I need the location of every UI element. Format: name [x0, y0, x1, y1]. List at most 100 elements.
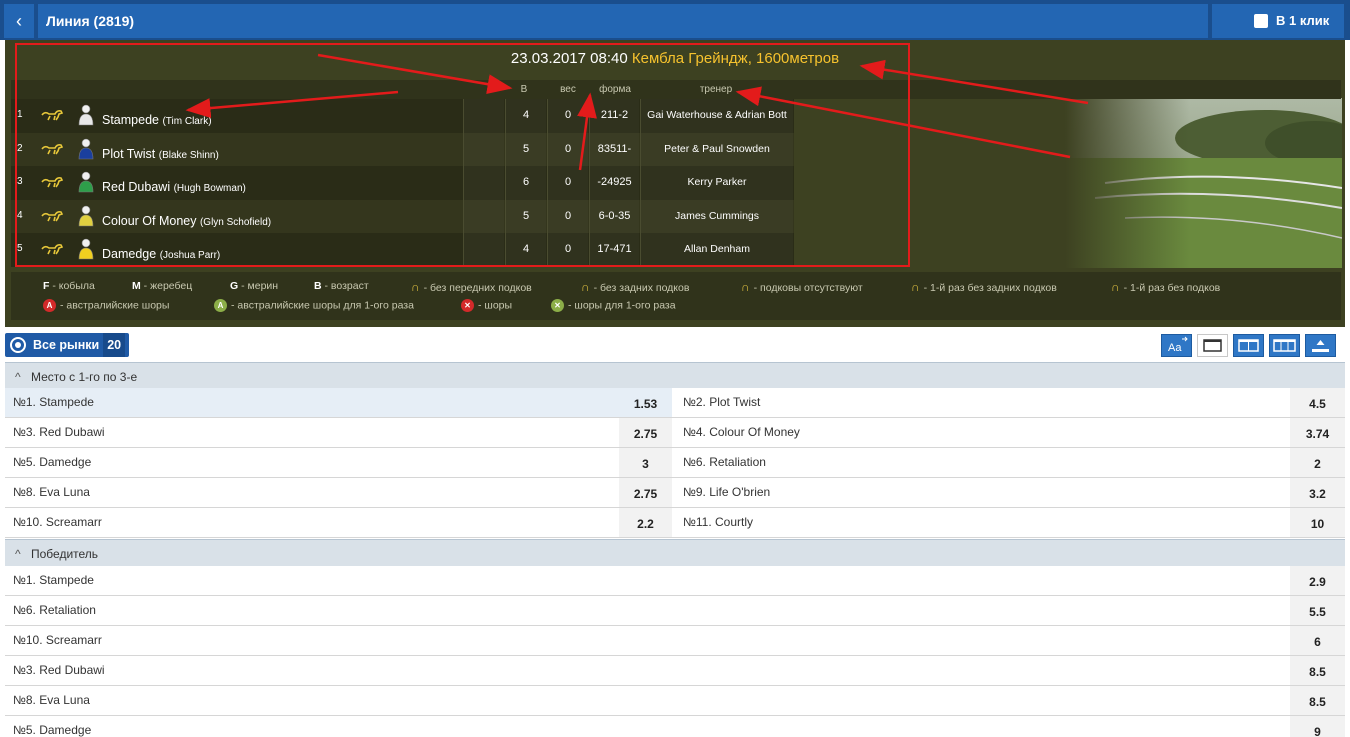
- market-row: №8. Eva Luna 8.5: [5, 686, 1345, 716]
- runner-row: 4 Colour Of Money (Glyn Schofield) 5 0 6…: [11, 199, 794, 233]
- col-b-header: В: [520, 84, 528, 95]
- odd[interactable]: 9: [1290, 716, 1345, 737]
- runner-trainer: Peter & Paul Snowden: [640, 132, 793, 166]
- all-markets-count: 20: [103, 333, 126, 357]
- three-columns-icon: [1273, 339, 1296, 352]
- runner-b: 5: [505, 132, 546, 166]
- jockey-silk-icon: [78, 138, 94, 159]
- odd-right[interactable]: 3.2: [1290, 478, 1345, 507]
- runners-table-header: В вес форма тренер: [11, 80, 1341, 99]
- legend-aus-blinkers-first: A- австралийские шоры для 1-ого раза: [214, 299, 414, 312]
- market-row: №8. Eva Luna 2.75 №9. Life O'brien 3.2: [5, 478, 1345, 508]
- odd-right[interactable]: 10: [1290, 508, 1345, 537]
- legend-front-shoes: ∩ - без передних подков: [411, 280, 532, 294]
- x-green-icon: ✕: [551, 299, 564, 312]
- jockey-silk-icon: [78, 104, 94, 126]
- horseshoe-icon: ∩: [741, 280, 750, 294]
- all-markets-button[interactable]: Все рынки 20: [5, 333, 130, 357]
- odd-right[interactable]: 3.74: [1290, 418, 1345, 447]
- runner-form: -24925: [589, 166, 639, 200]
- outcome[interactable]: №5. Damedge: [5, 716, 1290, 737]
- single-column-icon: [1203, 339, 1222, 352]
- top-bar: ‹ Линия (2819) В 1 клик: [0, 0, 1350, 40]
- odd[interactable]: 8.5: [1290, 656, 1345, 685]
- outcome-left[interactable]: №5. Damedge: [5, 448, 619, 477]
- outcome[interactable]: №3. Red Dubawi: [5, 656, 1290, 685]
- market-row: №6. Retaliation 5.5: [5, 596, 1345, 626]
- odd-left[interactable]: 3: [619, 448, 672, 477]
- odd-right[interactable]: 4.5: [1290, 388, 1345, 417]
- runner-number: 2: [17, 142, 23, 154]
- outcome-right[interactable]: №11. Courtly: [675, 508, 1290, 537]
- a-green-icon: A: [214, 299, 227, 312]
- outcome[interactable]: №6. Retaliation: [5, 596, 1290, 625]
- runner-form: 17-471: [589, 233, 639, 267]
- outcome-left[interactable]: №1. Stampede: [5, 388, 619, 417]
- odd-left[interactable]: 2.2: [619, 508, 672, 537]
- runner-row: 5 Damedge (Joshua Parr) 4 0 17-471 Allan…: [11, 233, 794, 267]
- race-datetime: 23.03.2017 08:40: [510, 50, 628, 67]
- runner-number: 4: [17, 209, 23, 221]
- runner-name: Red Dubawi (Hugh Bowman): [102, 180, 246, 194]
- odd[interactable]: 8.5: [1290, 686, 1345, 715]
- runner-b: 6: [505, 166, 546, 200]
- runner-name: Colour Of Money (Glyn Schofield): [102, 213, 272, 228]
- outcome-right[interactable]: №2. Plot Twist: [675, 388, 1290, 417]
- horse-icon: [41, 143, 63, 154]
- odd-right[interactable]: 2: [1290, 448, 1345, 477]
- svg-text:Aa: Aa: [1168, 342, 1182, 354]
- outcome-left[interactable]: №10. Screamarr: [5, 508, 619, 537]
- outcome-left[interactable]: №3. Red Dubawi: [5, 418, 619, 447]
- legend-blinkers-first: ✕ - шоры для 1-ого раза: [551, 299, 676, 312]
- collapse-all-button[interactable]: [1305, 334, 1336, 357]
- market-row: №3. Red Dubawi 8.5: [5, 656, 1345, 686]
- market-place-title: Место с 1-го по 3-е: [31, 370, 138, 384]
- race-panel: 23.03.2017 08:40 Кембла Грейндж, 1600мет…: [5, 40, 1345, 327]
- outcome[interactable]: №10. Screamarr: [5, 626, 1290, 655]
- outcome-right[interactable]: №6. Retaliation: [675, 448, 1290, 477]
- back-button[interactable]: ‹: [4, 4, 34, 38]
- outcome-right[interactable]: №9. Life O'brien: [675, 478, 1290, 507]
- outcome[interactable]: №1. Stampede: [5, 566, 1290, 595]
- jockey-silk-icon: [78, 238, 94, 260]
- market-row: №5. Damedge 3 №6. Retaliation 2: [5, 448, 1345, 478]
- horseshoe-icon: ∩: [911, 280, 920, 294]
- jockey-silk-icon: [78, 171, 94, 193]
- legend-first-shoes: ∩ - 1-й раз без подков: [1111, 280, 1221, 294]
- collapse-icon: [1312, 340, 1329, 352]
- race-header: 23.03.2017 08:40 Кембла Грейндж, 1600мет…: [5, 50, 1345, 67]
- horse-icon: [41, 210, 63, 221]
- odd-left[interactable]: 2.75: [619, 418, 672, 447]
- col-form-header: форма: [599, 84, 631, 95]
- horseshoe-icon: ∩: [581, 280, 590, 294]
- view-single-column-button[interactable]: [1197, 334, 1228, 357]
- odd[interactable]: 6: [1290, 626, 1345, 655]
- outcome[interactable]: №8. Eva Luna: [5, 686, 1290, 715]
- all-markets-label: Все рынки: [33, 338, 100, 352]
- runner-b: 5: [505, 199, 546, 233]
- racecourse-image: [1065, 98, 1342, 268]
- checkbox-icon[interactable]: [1254, 14, 1268, 28]
- runner-weight: 0: [547, 199, 588, 233]
- market-place-header[interactable]: ^ Место с 1-го по 3-е: [5, 362, 1345, 391]
- odd-left[interactable]: 1.53: [619, 388, 672, 417]
- market-winner-header[interactable]: ^ Победитель: [5, 539, 1345, 568]
- odd[interactable]: 5.5: [1290, 596, 1345, 625]
- view-two-columns-button[interactable]: [1233, 334, 1264, 357]
- market-row: №10. Screamarr 6: [5, 626, 1345, 656]
- horse-icon: [41, 177, 63, 188]
- chevron-up-icon: ^: [15, 370, 21, 384]
- legend-blinkers: ✕ - шоры: [461, 299, 512, 312]
- runner-name: Damedge (Joshua Parr): [102, 247, 221, 261]
- odd-left[interactable]: 2.75: [619, 478, 672, 507]
- outcome-left[interactable]: №8. Eva Luna: [5, 478, 619, 507]
- view-three-columns-button[interactable]: [1269, 334, 1300, 357]
- odd[interactable]: 2.9: [1290, 566, 1345, 595]
- outcome-right[interactable]: №4. Colour Of Money: [675, 418, 1290, 447]
- font-size-button[interactable]: Aa: [1161, 334, 1192, 357]
- target-icon: [10, 337, 26, 353]
- legend-rear-shoes: ∩ - без задних подков: [581, 280, 690, 294]
- one-click-toggle[interactable]: В 1 клик: [1212, 4, 1344, 38]
- market-row: №1. Stampede 1.53 №2. Plot Twist 4.5: [5, 388, 1345, 418]
- legend-aus-blinkers: A- австралийские шоры: [43, 299, 169, 312]
